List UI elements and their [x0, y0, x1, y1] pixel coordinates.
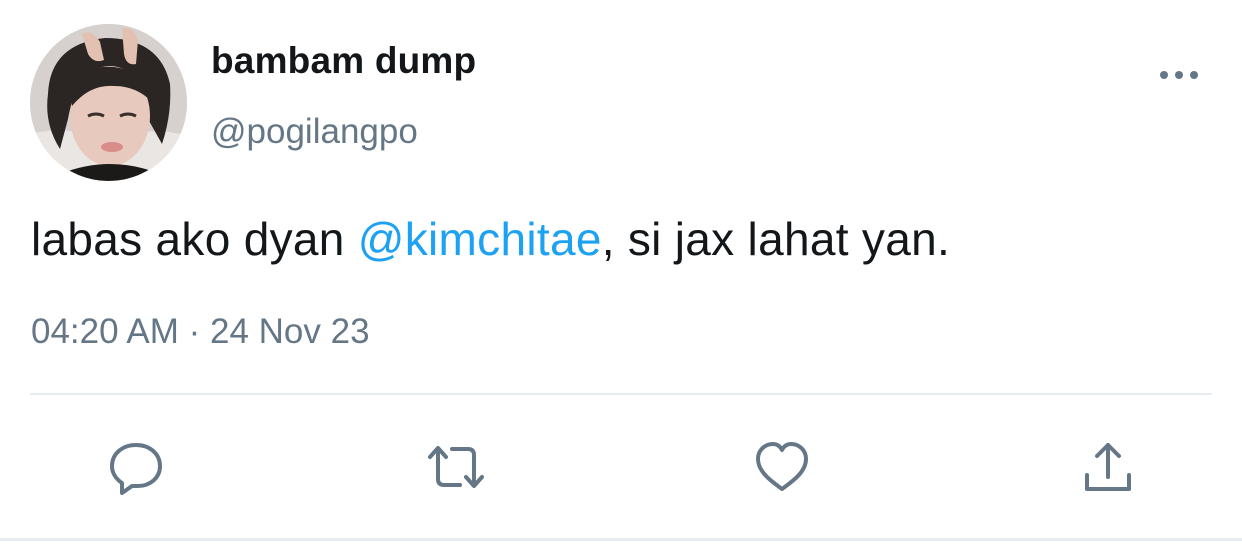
timestamp-separator: ·	[178, 312, 210, 351]
reply-button[interactable]	[104, 435, 168, 499]
like-button[interactable]	[750, 435, 814, 499]
tweet-date: 24 Nov 23	[210, 312, 370, 351]
timestamp[interactable]: 04:20 AM · 24 Nov 23	[31, 312, 370, 352]
divider	[30, 393, 1212, 395]
display-name[interactable]: bambam dump	[211, 40, 476, 82]
tweet-time: 04:20 AM	[31, 312, 179, 351]
more-options-button[interactable]	[1155, 60, 1203, 90]
reply-bubble-icon	[110, 443, 162, 495]
retweet-icon	[428, 446, 484, 488]
mention-link[interactable]: @kimchitae	[358, 213, 602, 265]
avatar-image	[30, 24, 187, 181]
avatar[interactable]	[30, 24, 187, 181]
tweet-text-before: labas ako dyan	[31, 213, 358, 265]
retweet-button[interactable]	[424, 435, 488, 499]
share-button[interactable]	[1076, 435, 1140, 499]
tweet-text: labas ako dyan @kimchitae, si jax lahat …	[31, 212, 950, 266]
share-upload-icon	[1085, 443, 1131, 491]
tweet-text-after: , si jax lahat yan.	[601, 213, 951, 265]
more-horizontal-icon	[1160, 71, 1198, 79]
bottom-divider	[0, 538, 1242, 541]
heart-icon	[756, 442, 808, 491]
user-handle[interactable]: @pogilangpo	[211, 112, 418, 152]
